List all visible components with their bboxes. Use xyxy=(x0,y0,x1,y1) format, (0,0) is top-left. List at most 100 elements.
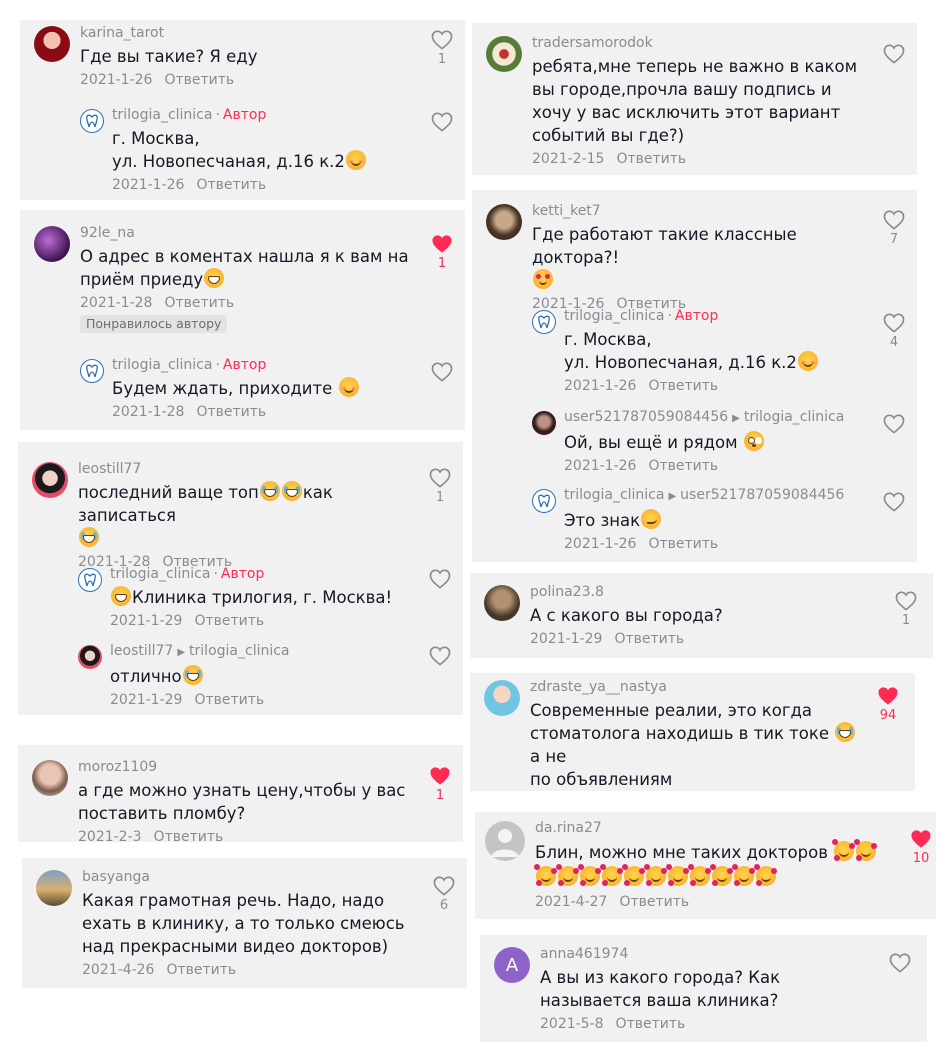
like-button[interactable] xyxy=(877,44,911,64)
avatar[interactable] xyxy=(485,821,525,861)
reply-text-line2: ул. Новопесчаная, д.16 к.2 xyxy=(112,152,345,171)
like-button[interactable]: 1 xyxy=(425,30,459,68)
comment-username[interactable]: basyanga xyxy=(82,868,415,886)
avatar[interactable]: A xyxy=(494,947,530,983)
reply-date: 2021-1-26 xyxy=(564,536,637,552)
avatar[interactable] xyxy=(36,870,72,906)
reply-username[interactable]: trilogia_clinica xyxy=(110,566,210,582)
avatar[interactable] xyxy=(484,680,520,716)
heart-outline-icon xyxy=(883,313,905,333)
reply-username[interactable]: trilogia_clinica xyxy=(564,308,664,324)
comment-username[interactable]: 92le_na xyxy=(80,224,413,242)
like-button[interactable]: 7 xyxy=(877,210,911,248)
avatar-clinic-logo[interactable] xyxy=(80,359,104,383)
comment-card: da.rina27 Блин, можно мне таких докторов… xyxy=(475,812,936,919)
smirking-face-emoji-icon xyxy=(641,509,662,529)
reply-username[interactable]: user521787059084456 xyxy=(564,409,728,425)
like-button[interactable] xyxy=(425,362,459,382)
heart-filled-icon xyxy=(911,830,931,848)
comment-username[interactable]: anna461974 xyxy=(540,945,875,963)
reply-date: 2021-1-26 xyxy=(564,458,637,474)
reply-button[interactable]: Ответить xyxy=(614,631,684,647)
avatar-clinic-logo[interactable] xyxy=(78,568,102,592)
avatar[interactable] xyxy=(32,462,68,498)
comment-card: tradersamorodok ребята,мне теперь не важ… xyxy=(472,23,917,175)
avatar-clinic-logo[interactable] xyxy=(80,109,104,133)
reply-button[interactable]: Ответить xyxy=(164,295,234,311)
reply-button[interactable]: Ответить xyxy=(648,458,718,474)
like-button[interactable]: 1 xyxy=(889,591,923,629)
tooth-logo-icon xyxy=(538,494,550,508)
author-badge: Автор xyxy=(222,107,267,123)
comment-text: А с какого вы города? xyxy=(530,606,723,625)
reply-date: 2021-1-26 xyxy=(112,177,185,193)
like-button[interactable] xyxy=(877,492,911,512)
avatar-clinic-logo[interactable] xyxy=(532,489,556,513)
comment-username[interactable]: da.rina27 xyxy=(535,819,884,837)
reply-button[interactable]: Ответить xyxy=(194,692,264,708)
reply-button[interactable]: Ответить xyxy=(648,536,718,552)
reply-button[interactable]: Ответить xyxy=(619,894,689,910)
reply-text: Это знак xyxy=(564,511,641,530)
comment-username[interactable]: karina_tarot xyxy=(80,24,413,42)
reply-to-username[interactable]: trilogia_clinica xyxy=(189,643,289,659)
avatar[interactable] xyxy=(486,36,522,72)
avatar[interactable] xyxy=(34,26,70,62)
like-button[interactable] xyxy=(423,646,457,666)
comment-card: zdraste_ya__nastya Современные реалии, э… xyxy=(470,673,915,791)
comment-username[interactable]: polina23.8 xyxy=(530,583,881,601)
comment-username[interactable]: tradersamorodok xyxy=(532,34,865,52)
reply-button[interactable]: Ответить xyxy=(648,378,718,394)
like-button[interactable]: 1 xyxy=(423,468,457,506)
comment-username[interactable]: moroz1109 xyxy=(78,758,411,776)
like-button[interactable] xyxy=(425,112,459,132)
reply-username[interactable]: trilogia_clinica xyxy=(112,357,212,373)
reply-button[interactable]: Ответить xyxy=(154,829,224,842)
avatar[interactable] xyxy=(486,204,522,240)
avatar[interactable] xyxy=(34,226,70,262)
reply-to-username[interactable]: trilogia_clinica xyxy=(744,409,844,425)
reply-button[interactable]: Ответить xyxy=(616,151,686,167)
reply-button[interactable]: Ответить xyxy=(194,613,264,629)
like-button[interactable]: 1 xyxy=(425,234,459,272)
reply-username[interactable]: trilogia_clinica xyxy=(564,487,664,503)
like-button[interactable] xyxy=(883,953,917,973)
like-button[interactable] xyxy=(423,569,457,589)
comment-date: 2021-2-15 xyxy=(532,151,605,167)
like-button[interactable]: 6 xyxy=(427,876,461,914)
smiling-face-emoji-icon xyxy=(797,351,818,371)
like-button[interactable]: 94 xyxy=(871,686,905,724)
like-button[interactable]: 4 xyxy=(877,313,911,351)
smiling-face-emoji-icon xyxy=(345,150,366,170)
smiling-face-with-hearts-emoji-icon xyxy=(732,864,754,886)
heart-outline-icon xyxy=(883,44,905,64)
reply-button[interactable]: Ответить xyxy=(196,404,266,420)
reply-text: Клиника трилогия, г. Москва! xyxy=(132,588,393,607)
avatar[interactable] xyxy=(78,645,102,669)
reply-to-username[interactable]: user521787059084456 xyxy=(680,487,844,503)
avatar[interactable] xyxy=(484,585,520,621)
like-button[interactable]: 10 xyxy=(904,829,936,867)
like-button[interactable]: 1 xyxy=(423,766,457,804)
reply-button[interactable]: Ответить xyxy=(166,962,236,978)
heart-outline-icon xyxy=(429,468,451,488)
smiling-face-with-hearts-emoji-icon xyxy=(754,864,776,886)
avatar-clinic-logo[interactable] xyxy=(532,310,556,334)
comment-username[interactable]: leostill77 xyxy=(78,460,411,478)
reply-button[interactable]: Ответить xyxy=(616,1016,686,1032)
comment-date: 2021-4-27 xyxy=(535,894,608,910)
reply-button[interactable]: Ответить xyxy=(164,72,234,88)
smiling-face-with-hearts-emoji-icon xyxy=(710,864,732,886)
reply-button[interactable]: Ответить xyxy=(196,177,266,193)
heart-outline-icon xyxy=(883,210,905,230)
comment-text: ребята,мне теперь не важно в каком вы го… xyxy=(532,57,858,145)
avatar[interactable] xyxy=(532,411,556,435)
comment-card: 92le_na О адрес в коментах нашла я к вам… xyxy=(20,210,465,430)
reply-username[interactable]: leostill77 xyxy=(110,643,173,659)
like-button[interactable] xyxy=(877,414,911,434)
like-count: 1 xyxy=(435,788,445,803)
reply-username[interactable]: trilogia_clinica xyxy=(112,107,212,123)
comment-username[interactable]: zdraste_ya__nastya xyxy=(530,678,863,696)
avatar[interactable] xyxy=(32,760,68,796)
comment-username[interactable]: ketti_ket7 xyxy=(532,202,865,220)
